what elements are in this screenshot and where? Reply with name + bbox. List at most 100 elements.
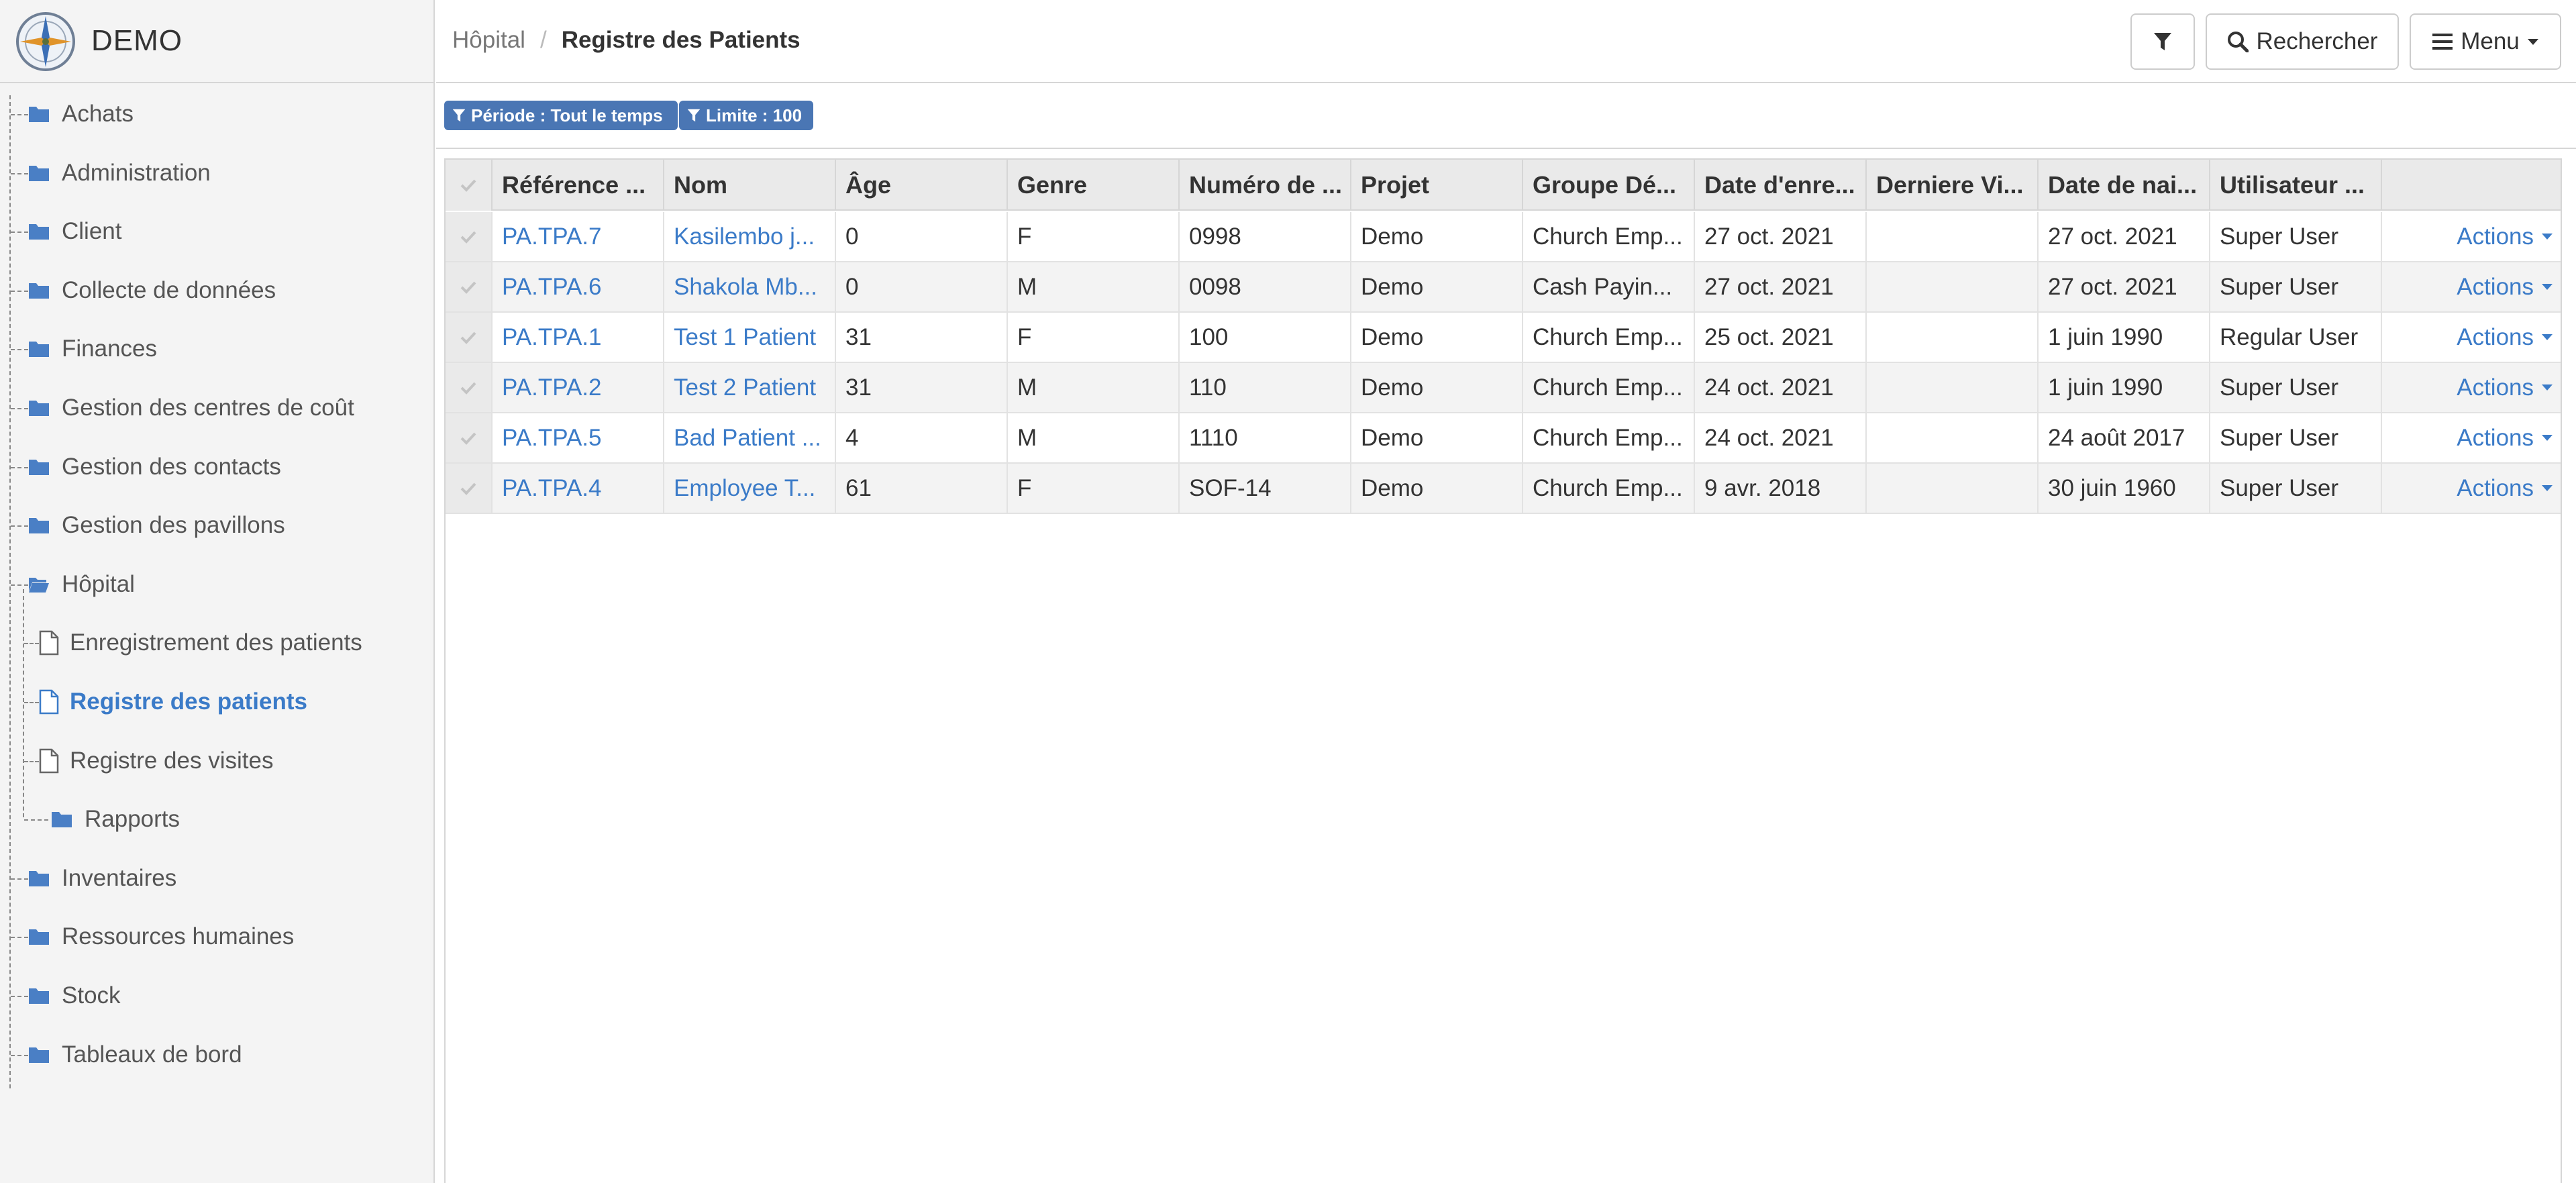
cell-name[interactable]: Shakola Mb... — [664, 262, 836, 311]
check-icon — [460, 331, 476, 344]
folder-icon — [29, 165, 49, 181]
cell-age: 31 — [836, 363, 1008, 412]
sidebar-item-client[interactable]: Client — [28, 211, 121, 252]
tree-connector — [11, 290, 28, 292]
sidebar-item-registre-des-patients[interactable]: Registre des patients — [39, 682, 307, 722]
cell-registration-date: 25 oct. 2021 — [1695, 313, 1867, 362]
search-button[interactable]: Rechercher — [2206, 13, 2399, 70]
filter-chip-period[interactable]: Période : Tout le temps — [444, 101, 678, 130]
row-select-checkbox[interactable] — [446, 464, 493, 513]
row-actions-dropdown[interactable]: Actions — [2382, 262, 2561, 311]
table-row[interactable]: PA.TPA.5 Bad Patient ... 4 M 1110 Demo Church … — [446, 413, 2561, 464]
top-bar: Hôpital / Registre des Patients Rechercher… — [436, 0, 2576, 83]
sidebar-item-administration[interactable]: Administration — [28, 153, 211, 193]
column-header-last-visit[interactable]: Derniere Vi... — [1867, 160, 2039, 211]
breadcrumb-item-current: Registre des Patients — [561, 27, 801, 53]
cell-reference[interactable]: PA.TPA.1 — [493, 313, 664, 362]
cell-user: Super User — [2210, 212, 2382, 261]
select-all-checkbox[interactable] — [446, 160, 493, 211]
cell-user: Regular User — [2210, 313, 2382, 362]
cell-name[interactable]: Test 1 Patient — [664, 313, 836, 362]
sidebar-item-label: Finances — [62, 336, 158, 362]
row-select-checkbox[interactable] — [446, 363, 493, 412]
cell-name[interactable]: Bad Patient ... — [664, 413, 836, 462]
breadcrumb-item-hospital[interactable]: Hôpital — [452, 27, 525, 53]
folder-icon — [29, 929, 49, 945]
tree-connector — [24, 643, 39, 645]
cell-reference[interactable]: PA.TPA.4 — [493, 464, 664, 513]
sidebar-item-tableaux-de-bord[interactable]: Tableaux de bord — [28, 1035, 242, 1075]
column-header-reference[interactable]: Référence ... — [493, 160, 664, 211]
table-row[interactable]: PA.TPA.7 Kasilembo j... 0 F 0998 Demo Church E… — [446, 212, 2561, 262]
cell-gender: F — [1008, 464, 1180, 513]
column-header-group[interactable]: Groupe Dé... — [1523, 160, 1695, 211]
sidebar-item-inventaires[interactable]: Inventaires — [28, 858, 176, 898]
sidebar-item-enregistrement-des-patients[interactable]: Enregistrement des patients — [39, 623, 362, 663]
column-header-user[interactable]: Utilisateur ... — [2210, 160, 2382, 211]
sidebar-item-achats[interactable]: Achats — [28, 94, 134, 134]
cell-number: 0098 — [1180, 262, 1351, 311]
tree-line — [23, 589, 24, 817]
column-header-gender[interactable]: Genre — [1008, 160, 1180, 211]
cell-project: Demo — [1351, 413, 1523, 462]
column-header-registration-date[interactable]: Date d'enre... — [1695, 160, 1867, 211]
cell-name[interactable]: Test 2 Patient — [664, 363, 836, 412]
app-name: DEMO — [91, 24, 183, 57]
row-select-checkbox[interactable] — [446, 313, 493, 362]
table-row[interactable]: PA.TPA.1 Test 1 Patient 31 F 100 Demo Church E… — [446, 313, 2561, 363]
sidebar-item-stock[interactable]: Stock — [28, 976, 121, 1016]
cell-reference[interactable]: PA.TPA.7 — [493, 212, 664, 261]
table-row[interactable]: PA.TPA.4 Employee T... 61 F SOF-14 Demo Church… — [446, 464, 2561, 514]
cell-registration-date: 27 oct. 2021 — [1695, 262, 1867, 311]
row-actions-dropdown[interactable]: Actions — [2382, 313, 2561, 362]
column-header-project[interactable]: Projet — [1351, 160, 1523, 211]
sidebar-item-hopital[interactable]: Hôpital — [28, 564, 135, 605]
grid-header: Référence ... Nom Âge Genre Numéro de ... Pro… — [446, 160, 2561, 211]
cell-reference[interactable]: PA.TPA.6 — [493, 262, 664, 311]
sidebar-item-gestion-des-pavillons[interactable]: Gestion des pavillons — [28, 505, 285, 546]
sidebar-item-ressources-humaines[interactable]: Ressources humaines — [28, 917, 294, 957]
filter-button[interactable] — [2130, 13, 2195, 70]
cell-project: Demo — [1351, 313, 1523, 362]
folder-icon — [29, 459, 49, 475]
row-actions-dropdown[interactable]: Actions — [2382, 464, 2561, 513]
table-row[interactable]: PA.TPA.2 Test 2 Patient 31 M 110 Demo Church E… — [446, 363, 2561, 413]
column-header-age[interactable]: Âge — [836, 160, 1008, 211]
tree-connector — [11, 408, 28, 409]
sidebar-item-gestion-des-contacts[interactable]: Gestion des contacts — [28, 447, 281, 487]
sidebar-item-label: Registre des patients — [70, 688, 307, 715]
cell-registration-date: 27 oct. 2021 — [1695, 212, 1867, 261]
sidebar-item-label: Rapports — [85, 806, 181, 833]
filter-chip-limit[interactable]: Limite : 100 — [679, 101, 813, 130]
menu-button[interactable]: Menu — [2410, 13, 2561, 70]
row-actions-dropdown[interactable]: Actions — [2382, 212, 2561, 261]
cell-reference[interactable]: PA.TPA.5 — [493, 413, 664, 462]
row-actions-dropdown[interactable]: Actions — [2382, 363, 2561, 412]
sidebar-item-label: Tableaux de bord — [62, 1041, 242, 1068]
cell-last-visit — [1867, 262, 2039, 311]
sidebar-item-label: Administration — [62, 159, 211, 186]
cell-name[interactable]: Employee T... — [664, 464, 836, 513]
row-select-checkbox[interactable] — [446, 262, 493, 311]
cell-reference[interactable]: PA.TPA.2 — [493, 363, 664, 412]
column-header-birth-date[interactable]: Date de nai... — [2039, 160, 2210, 211]
column-header-name[interactable]: Nom — [664, 160, 836, 211]
column-header-number[interactable]: Numéro de ... — [1180, 160, 1351, 211]
sidebar-item-gestion-des-centres-de-cout[interactable]: Gestion des centres de coût — [28, 388, 354, 428]
cell-name[interactable]: Kasilembo j... — [664, 212, 836, 261]
sidebar-item-registre-des-visites[interactable]: Registre des visites — [39, 741, 273, 781]
check-icon — [460, 432, 476, 445]
sidebar-item-rapports[interactable]: Rapports — [51, 799, 180, 839]
sidebar-item-finances[interactable]: Finances — [28, 329, 157, 369]
sidebar-tree: Achats Administration Client Collecte de do… — [0, 83, 433, 1090]
row-select-checkbox[interactable] — [446, 413, 493, 462]
cell-group: Church Emp... — [1523, 413, 1695, 462]
row-select-checkbox[interactable] — [446, 212, 493, 261]
cell-age: 0 — [836, 262, 1008, 311]
sidebar-item-collecte-de-donnees[interactable]: Collecte de données — [28, 270, 276, 311]
table-row[interactable]: PA.TPA.6 Shakola Mb... 0 M 0098 Demo Cash Payi… — [446, 262, 2561, 313]
sidebar-item-label: Gestion des centres de coût — [62, 395, 354, 421]
file-icon — [39, 631, 59, 656]
row-actions-dropdown[interactable]: Actions — [2382, 413, 2561, 462]
search-icon — [2227, 32, 2249, 52]
